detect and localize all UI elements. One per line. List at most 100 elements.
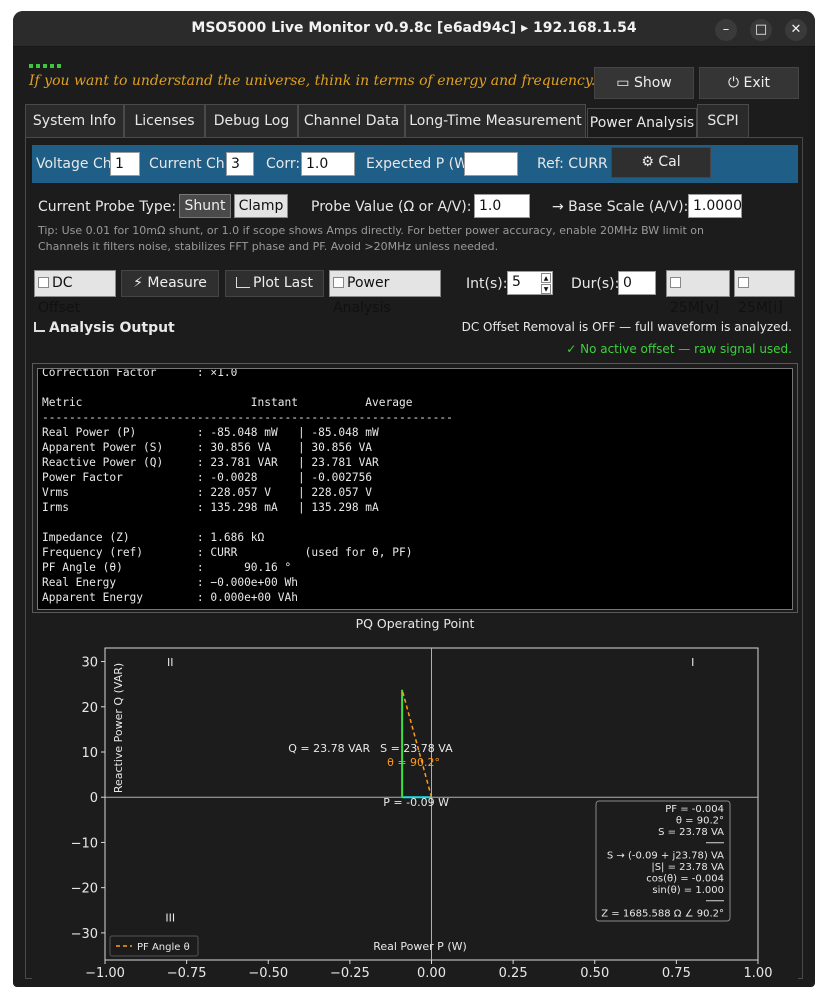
base-scale-input[interactable]: 1.0000 bbox=[688, 194, 742, 218]
power-analysis-checkbox[interactable]: Power Analysis bbox=[329, 270, 441, 316]
y-tick-label: −30 bbox=[71, 927, 98, 942]
s-annotation: S = 23.78 VA bbox=[380, 742, 453, 755]
shunt-button[interactable]: Shunt bbox=[179, 194, 231, 218]
power-analysis-panel: Voltage Ch: 1 Current Ch: 3 Corr: 1.0 Ex… bbox=[25, 137, 803, 981]
y-tick-label: 30 bbox=[81, 656, 98, 671]
tab-scpi[interactable]: SCPI bbox=[697, 104, 749, 138]
offset-status-ok: ✓ No active offset — raw signal used. bbox=[566, 342, 792, 356]
expected-power-input[interactable] bbox=[464, 152, 518, 176]
current-channel-label: Current Ch: bbox=[149, 156, 230, 172]
title-bar[interactable]: MSO5000 Live Monitor v0.9.8c [e6ad94c] ▸… bbox=[13, 11, 815, 47]
bar-chart-icon bbox=[34, 322, 45, 332]
pq-chart-svg: PQ Operating Point −1.00 −0.75 −0.50 −0.25 0… bbox=[32, 614, 798, 981]
close-button[interactable]: ✕ bbox=[785, 19, 807, 41]
info-line: cos(θ) = -0.004 bbox=[646, 874, 724, 885]
exit-label: Exit bbox=[743, 75, 771, 91]
tab-power-analysis[interactable]: Power Analysis bbox=[587, 108, 697, 139]
exit-button[interactable]: ⏻ Exit bbox=[699, 67, 799, 99]
info-line: |S| = 23.78 VA bbox=[651, 862, 724, 873]
analysis-output-text[interactable]: Correction Factor : ×1.0 Metric Instant … bbox=[37, 368, 793, 610]
int-value: 5 bbox=[512, 274, 521, 290]
probe-value-label: Probe Value (Ω or A/V): bbox=[311, 199, 472, 215]
show-label: Show bbox=[633, 75, 672, 91]
dc-offset-checkbox[interactable]: DC Offset bbox=[34, 270, 116, 316]
plot-last-button[interactable]: Plot Last bbox=[225, 270, 324, 297]
current-channel-input[interactable]: 3 bbox=[226, 152, 254, 176]
y-tick-label: 10 bbox=[81, 746, 98, 761]
maximize-button[interactable]: □ bbox=[750, 19, 772, 41]
x-tick-label: 0.25 bbox=[499, 966, 528, 980]
spin-down-icon[interactable]: ▼ bbox=[541, 284, 551, 294]
tab-debug-log[interactable]: Debug Log bbox=[205, 104, 298, 138]
y-tick-label: 20 bbox=[81, 701, 98, 716]
power-icon: ⏻ bbox=[727, 75, 740, 91]
info-line: S = 23.78 VA bbox=[658, 827, 724, 838]
x-tick-label: 0.00 bbox=[417, 966, 446, 980]
info-line: PF = -0.004 bbox=[665, 804, 724, 815]
spin-up-icon[interactable]: ▲ bbox=[541, 273, 551, 283]
y-tick-label: 0 bbox=[90, 791, 98, 806]
theta-annotation: θ = 90.2° bbox=[387, 756, 440, 769]
analysis-heading: Analysis Output bbox=[34, 320, 175, 336]
clamp-button[interactable]: Clamp bbox=[234, 194, 288, 218]
info-line: sin(θ) = 1.000 bbox=[652, 885, 724, 896]
x-tick-label: −0.75 bbox=[167, 966, 207, 980]
probe-tip: Tip: Use 0.01 for 10mΩ shunt, or 1.0 if … bbox=[38, 224, 705, 253]
tab-long-time-measurement[interactable]: Long-Time Measurement bbox=[405, 104, 586, 138]
info-line: Z = 1685.588 Ω ∠ 90.2° bbox=[601, 908, 724, 919]
analysis-output-frame: Correction Factor : ×1.0 Metric Instant … bbox=[32, 363, 798, 613]
ref-label: Ref: CURR bbox=[537, 156, 608, 172]
cal-button[interactable]: ⚙ Cal bbox=[611, 147, 711, 178]
dur-input[interactable]: 0 bbox=[618, 271, 656, 295]
tab-channel-data[interactable]: Channel Data bbox=[298, 104, 405, 138]
voltage-channel-label: Voltage Ch: bbox=[36, 156, 117, 172]
x-tick-label: −1.00 bbox=[85, 966, 125, 980]
window-icon: ▭ bbox=[616, 75, 630, 91]
app-window: MSO5000 Live Monitor v0.9.8c [e6ad94c] ▸… bbox=[13, 11, 815, 987]
info-line: S → (-0.09 + j23.78) VA bbox=[607, 850, 724, 861]
quadrant-label: III bbox=[165, 912, 175, 925]
dc-offset-status: DC Offset Removal is OFF — full waveform… bbox=[461, 320, 792, 334]
base-scale-label: → Base Scale (A/V): bbox=[552, 199, 689, 215]
tab-system-info[interactable]: System Info bbox=[25, 104, 124, 138]
voltage-channel-input[interactable]: 1 bbox=[110, 152, 140, 176]
pq-chart: PQ Operating Point −1.00 −0.75 −0.50 −0.25 0… bbox=[32, 614, 798, 981]
m25i-label: 25M[i] bbox=[738, 300, 783, 316]
measure-button[interactable]: ⚡ Measure bbox=[121, 270, 219, 297]
m25v-label: 25M[v] bbox=[670, 300, 720, 316]
info-line: θ = 90.2° bbox=[676, 816, 724, 827]
m25i-checkbox[interactable]: 25M[i] bbox=[734, 270, 795, 316]
info-box: PF = -0.004θ = 90.2°S = 23.78 VA S → (-0.… bbox=[595, 800, 731, 922]
corr-label: Corr: bbox=[266, 156, 301, 172]
int-label: Int(s): bbox=[466, 276, 508, 292]
m25v-checkbox[interactable]: 25M[v] bbox=[666, 270, 730, 316]
chart-icon bbox=[236, 277, 250, 288]
window-title: MSO5000 Live Monitor v0.9.8c [e6ad94c] ▸… bbox=[191, 20, 637, 36]
y-tick-label: −10 bbox=[71, 836, 98, 851]
plot-last-label: Plot Last bbox=[253, 275, 313, 291]
minimize-button[interactable]: – bbox=[715, 19, 737, 41]
quadrant-label: II bbox=[167, 656, 174, 669]
quadrant-label: I bbox=[691, 656, 694, 669]
dur-label: Dur(s): bbox=[571, 276, 620, 292]
expected-power-label: Expected P (W): bbox=[366, 156, 479, 172]
x-tick-label: −0.25 bbox=[330, 966, 370, 980]
tab-licenses[interactable]: Licenses bbox=[124, 104, 205, 138]
x-axis-label: Real Power P (W) bbox=[373, 940, 467, 953]
q-annotation: Q = 23.78 VAR bbox=[288, 742, 370, 755]
x-tick-label: 1.00 bbox=[744, 966, 773, 980]
channel-config-bar: Voltage Ch: 1 Current Ch: 3 Corr: 1.0 Ex… bbox=[32, 145, 798, 183]
legend-label: PF Angle θ bbox=[137, 942, 190, 953]
x-tick-label: −0.50 bbox=[248, 966, 288, 980]
show-button[interactable]: ▭ Show bbox=[594, 67, 694, 99]
x-tick-label: 0.75 bbox=[662, 966, 691, 980]
int-spinbox[interactable]: 5 ▲ ▼ bbox=[507, 271, 553, 295]
corr-input[interactable]: 1.0 bbox=[301, 152, 355, 176]
p-annotation: P = -0.09 W bbox=[383, 796, 449, 809]
probe-value-input[interactable]: 1.0 bbox=[474, 194, 530, 218]
y-axis-label: Reactive Power Q (VAR) bbox=[112, 663, 125, 793]
tagline: If you want to understand the universe, … bbox=[29, 73, 596, 89]
y-tick-label: −20 bbox=[71, 882, 98, 897]
probe-type-label: Current Probe Type: bbox=[38, 199, 177, 215]
chart-title: PQ Operating Point bbox=[356, 616, 475, 631]
